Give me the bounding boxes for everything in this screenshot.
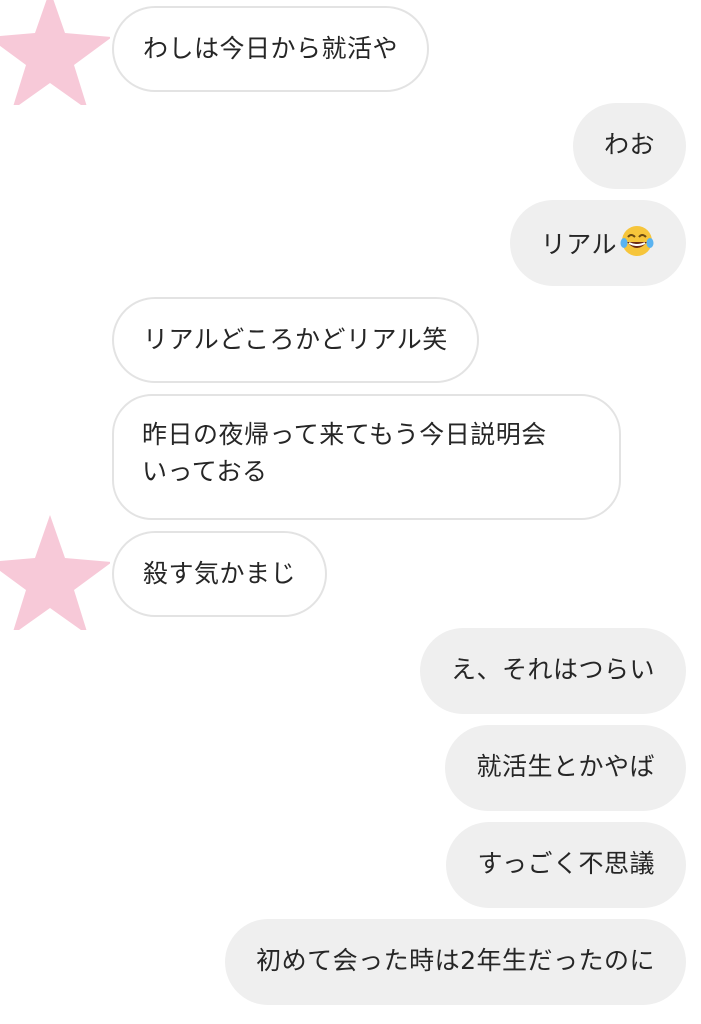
message-text: 殺す気かまじ [143, 559, 297, 588]
message-text: リアルどころかどリアル笑 [143, 325, 448, 354]
incoming-message-bubble[interactable]: 殺す気かまじ [112, 531, 328, 617]
message-text: わしは今日から就活や [143, 34, 399, 63]
sender-avatar[interactable] [0, 0, 110, 105]
sender-avatar[interactable] [0, 510, 110, 630]
message-text: 初めて会った時は2年生だったのに [256, 946, 655, 975]
message-text-line: いっておる [142, 457, 268, 486]
outgoing-message-bubble[interactable]: 就活生とかやば [445, 725, 686, 811]
face-with-tears-of-joy-icon [619, 223, 655, 269]
outgoing-message-bubble[interactable]: 初めて会った時は2年生だったのに [225, 919, 686, 1005]
incoming-message-bubble[interactable]: わしは今日から就活や [112, 6, 430, 92]
pink-star-sticker-icon [0, 0, 110, 105]
pink-star-sticker-icon [0, 515, 110, 630]
outgoing-message-bubble[interactable]: リアル [509, 200, 686, 286]
outgoing-message-bubble[interactable]: え、それはつらい [419, 628, 686, 714]
outgoing-message-bubble[interactable]: わお [572, 103, 686, 189]
incoming-message-bubble[interactable]: 昨日の夜帰って来てもう今日説明会 いっておる [112, 394, 621, 520]
message-text: わお [603, 130, 655, 159]
outgoing-message-bubble[interactable]: すっごく不思議 [446, 822, 686, 908]
message-text: 就活生とかやば [476, 752, 655, 781]
message-text: え、それはつらい [450, 655, 655, 684]
message-text: リアル [540, 230, 617, 259]
message-text: すっごく不思議 [477, 849, 655, 878]
incoming-message-bubble[interactable]: リアルどころかどリアル笑 [112, 297, 479, 383]
message-text-line: 昨日の夜帰って来てもう今日説明会 [142, 420, 547, 449]
